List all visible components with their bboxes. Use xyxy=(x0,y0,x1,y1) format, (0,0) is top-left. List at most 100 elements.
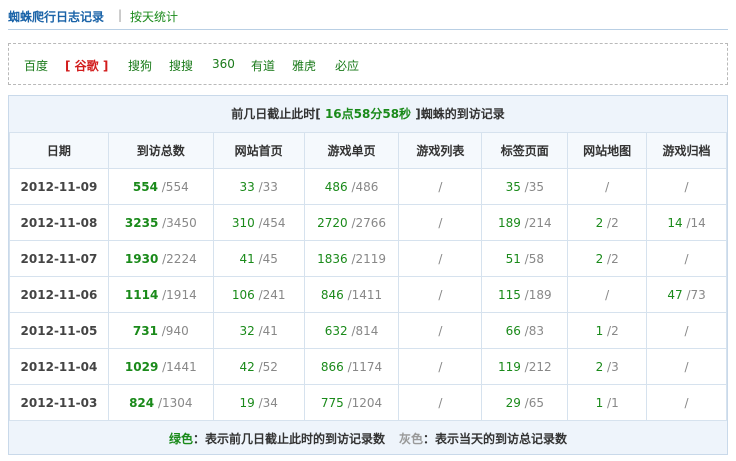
green-count: 47 xyxy=(667,287,683,302)
table-cell: 33 /33 xyxy=(212,168,305,205)
table-cell: 106 /241 xyxy=(212,276,305,313)
table-row: 2012-11-05 731 /940 32 /41 632 /814/66 /83 1… xyxy=(9,312,727,349)
table-cell: 66 /83 xyxy=(481,312,569,349)
table-row: 2012-11-09 554 /554 33 /33 486 /486/35 /35/… xyxy=(9,168,727,205)
table-cell: / xyxy=(646,348,727,385)
gray-total: /1304 xyxy=(157,395,193,410)
gray-total: /83 xyxy=(524,323,544,338)
green-count: 106 xyxy=(231,287,255,302)
table-cell: 35 /35 xyxy=(481,168,569,205)
gray-total: /1914 xyxy=(162,287,197,302)
engine-yahoo[interactable]: 雅虎 xyxy=(292,57,316,74)
green-count: 632 xyxy=(324,323,348,338)
gray-total: / xyxy=(438,323,443,338)
col-header-date: 日期 xyxy=(9,132,109,169)
row-date: 2012-11-07 xyxy=(9,240,109,277)
table-cell: 486 /486 xyxy=(303,168,400,205)
engine-google[interactable]: [ 谷歌 ] xyxy=(65,57,108,74)
green-count: 846 xyxy=(320,287,344,302)
green-count: 2 xyxy=(595,251,604,266)
table-cell: 29 /65 xyxy=(481,384,569,421)
table-cell: 41 /45 xyxy=(212,240,305,277)
table-cell: / xyxy=(646,240,727,277)
gray-total: /2766 xyxy=(351,215,387,230)
table-cell: 775 /1204 xyxy=(303,384,400,421)
gray-total: / xyxy=(684,179,689,194)
gray-total: /2119 xyxy=(351,251,387,266)
table-cell: / xyxy=(646,384,727,421)
table-row: 2012-11-06 1114 /1914 106 /241 846 /1411/11… xyxy=(9,276,727,313)
gray-total: /241 xyxy=(258,287,286,302)
gray-total: /1204 xyxy=(347,395,383,410)
title-separator: | xyxy=(118,8,123,22)
engine-soso[interactable]: 搜搜 xyxy=(169,57,193,74)
table-cell: / xyxy=(398,312,483,349)
table-cell: / xyxy=(398,168,483,205)
green-count: 32 xyxy=(239,323,255,338)
table-cell: 119 /212 xyxy=(481,348,569,385)
table-cell: / xyxy=(398,384,483,421)
gray-total: /2224 xyxy=(162,251,197,266)
row-date: 2012-11-03 xyxy=(9,384,109,421)
col-header-tag-page: 标签页面 xyxy=(481,132,569,169)
table-cell: / xyxy=(398,204,483,241)
caption-time: 16点58分58秒 xyxy=(320,107,416,121)
green-count: 51 xyxy=(505,251,521,266)
gray-total: /34 xyxy=(258,395,278,410)
gray-total: /35 xyxy=(524,179,544,194)
table-caption: 前几日截止此时[ 16点58分58秒 ]蜘蛛的到访记录 xyxy=(9,96,727,132)
legend-green-text: ：表示前几日截止此时的到访记录数 xyxy=(192,432,385,446)
gray-total: /214 xyxy=(524,215,552,230)
green-count: 115 xyxy=(497,287,521,302)
table-cell: 1114 /1914 xyxy=(107,276,214,313)
table-cell: 846 /1411 xyxy=(303,276,400,313)
table-body: 2012-11-09 554 /554 33 /33 486 /486/35 /35/… xyxy=(9,168,727,421)
table-cell: 731 /940 xyxy=(107,312,214,349)
table-cell: 866 /1174 xyxy=(303,348,400,385)
gray-total: / xyxy=(684,359,689,374)
green-count: 189 xyxy=(497,215,521,230)
engine-bing[interactable]: 必应 xyxy=(335,57,359,74)
green-count: 42 xyxy=(239,359,255,374)
table-cell: 632 /814 xyxy=(303,312,400,349)
gray-total: /189 xyxy=(524,287,552,302)
caption-suffix: ]蜘蛛的到访记录 xyxy=(415,107,505,121)
gray-total: / xyxy=(438,215,443,230)
legend-gray-word: 灰色 xyxy=(399,432,424,446)
gray-total: / xyxy=(605,179,610,194)
visit-record-panel: 前几日截止此时[ 16点58分58秒 ]蜘蛛的到访记录 日期 到访总数 网站首页… xyxy=(8,95,728,455)
table-cell: 3235 /3450 xyxy=(107,204,214,241)
gray-total: /33 xyxy=(258,179,278,194)
row-date: 2012-11-06 xyxy=(9,276,109,313)
search-engine-filter: 百度 [ 谷歌 ] 搜狗 搜搜 360 有道 雅虎 必应 xyxy=(8,43,728,85)
top-bar: 蜘蛛爬行日志记录 | 按天统计 xyxy=(8,6,728,30)
table-cell: 2 /2 xyxy=(567,240,648,277)
engine-sogou[interactable]: 搜狗 xyxy=(128,57,152,74)
gray-total: /454 xyxy=(258,215,286,230)
table-row: 2012-11-07 1930 /2224 41 /45 1836 /2119/51 … xyxy=(9,240,727,277)
gray-total: /486 xyxy=(351,179,379,194)
gray-total: / xyxy=(684,395,689,410)
green-count: 2 xyxy=(595,215,604,230)
engine-youdao[interactable]: 有道 xyxy=(251,57,275,74)
gray-total: / xyxy=(438,359,443,374)
table-cell: 1 /1 xyxy=(567,384,648,421)
table-cell: 310 /454 xyxy=(212,204,305,241)
green-count: 14 xyxy=(667,215,683,230)
green-count: 66 xyxy=(505,323,521,338)
table-cell: 2720 /2766 xyxy=(303,204,400,241)
gray-total: /2 xyxy=(607,323,619,338)
by-day-link[interactable]: 按天统计 xyxy=(130,8,178,25)
page-title: 蜘蛛爬行日志记录 xyxy=(8,10,105,24)
table-cell: 47 /73 xyxy=(646,276,727,313)
row-date: 2012-11-08 xyxy=(9,204,109,241)
gray-total: / xyxy=(438,287,443,302)
col-header-game-list: 游戏列表 xyxy=(398,132,483,169)
gray-total: /1174 xyxy=(347,359,383,374)
table-cell: 2 /3 xyxy=(567,348,648,385)
green-count: 731 xyxy=(132,323,158,338)
green-count: 2 xyxy=(595,359,604,374)
engine-baidu[interactable]: 百度 xyxy=(24,57,48,74)
color-legend: 绿色：表示前几日截止此时的到访记录数 灰色：表示当天的到访总记录数 xyxy=(9,423,727,455)
engine-360[interactable]: 360 xyxy=(212,57,235,71)
